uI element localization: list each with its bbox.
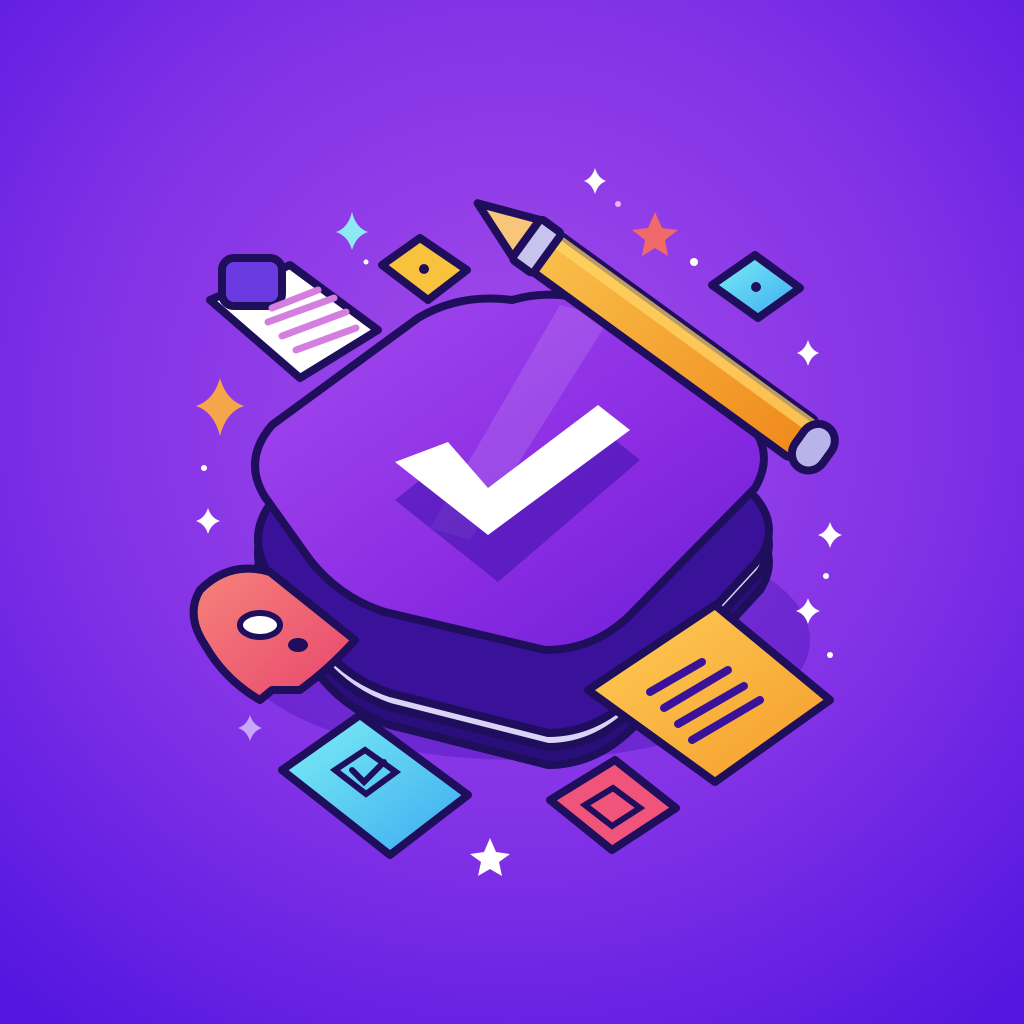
illustration-canvas [0,0,1024,1024]
illustration-svg [0,0,1024,1024]
